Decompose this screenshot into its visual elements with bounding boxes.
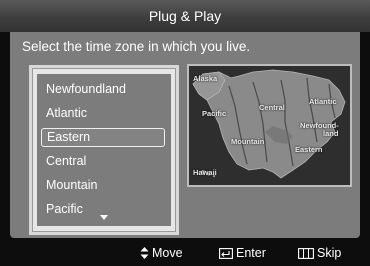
skip-icon <box>298 247 314 259</box>
title-bar: Plug & Play <box>0 0 370 32</box>
timezone-item-central[interactable]: Central <box>41 152 165 171</box>
skip-hint: Skip <box>298 246 341 260</box>
map-label-mountain: Mountain <box>231 137 265 146</box>
scroll-down-arrow-icon[interactable] <box>100 215 108 220</box>
map-label-eastern: Eastern <box>295 145 323 154</box>
map-label-hawaii: Hawaii <box>193 168 217 177</box>
map-label-alaska: Alaska <box>193 74 218 83</box>
timezone-item-eastern[interactable]: Eastern <box>41 128 165 147</box>
timezone-item-atlantic[interactable]: Atlantic <box>41 104 165 123</box>
up-down-arrow-icon <box>140 247 149 259</box>
enter-hint: Enter <box>219 246 266 260</box>
map-label-pacific: Pacific <box>202 109 227 118</box>
timezone-item-newfoundland[interactable]: Newfoundland <box>41 80 165 99</box>
timezone-list[interactable]: Newfoundland Atlantic Eastern Central Mo… <box>29 65 179 235</box>
map-label-newfoundland-2: land <box>323 129 339 138</box>
enter-label: Enter <box>236 246 266 260</box>
enter-icon <box>219 247 233 259</box>
move-label: Move <box>152 246 183 260</box>
skip-label: Skip <box>317 246 342 260</box>
map-label-atlantic: Atlantic <box>309 97 337 106</box>
footer-bar: Move Enter Skip <box>0 238 370 266</box>
plug-and-play-screen: Plug & Play Select the time zone in whic… <box>0 0 370 266</box>
map-label-central: Central <box>259 103 285 112</box>
timezone-item-mountain[interactable]: Mountain <box>41 176 165 195</box>
timezone-map: Alaska Pacific Central Atlantic Newfound… <box>187 64 352 187</box>
timezone-list-inner: Newfoundland Atlantic Eastern Central Mo… <box>37 74 171 226</box>
instruction-text: Select the time zone in which you live. <box>22 39 251 54</box>
move-hint: Move <box>140 246 183 260</box>
page-title: Plug & Play <box>148 8 222 24</box>
